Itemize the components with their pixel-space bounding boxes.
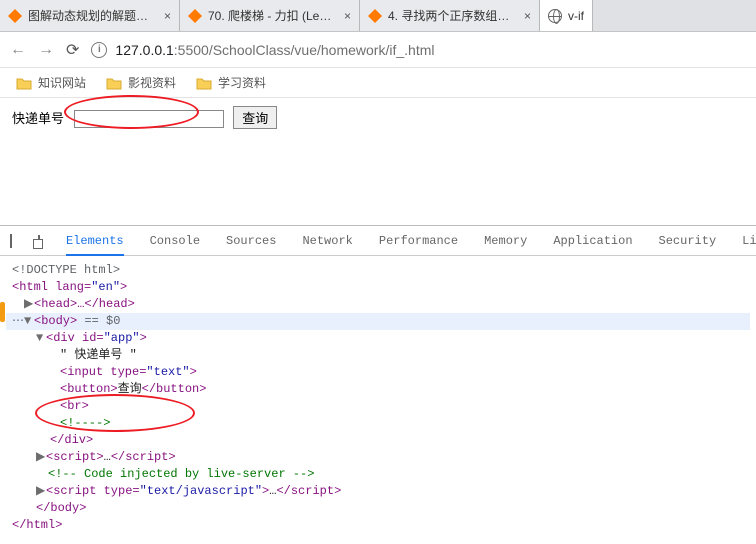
browser-tab[interactable]: 图解动态规划的解题四步骤 (C+ × [0, 0, 180, 31]
favicon-icon [368, 9, 382, 23]
browser-tab[interactable]: 70. 爬楼梯 - 力扣 (LeetCode) × [180, 0, 360, 31]
dom-line[interactable]: </html> [6, 517, 750, 534]
dom-line[interactable]: <button>查询</button> [6, 381, 750, 398]
bookmark-label: 学习资料 [218, 74, 266, 91]
favicon-icon [188, 9, 202, 23]
favicon-icon [8, 9, 22, 23]
dom-doctype: <!DOCTYPE html> [12, 263, 120, 277]
close-icon[interactable]: × [344, 9, 351, 23]
devtools-tab-console[interactable]: Console [150, 234, 200, 248]
close-icon[interactable]: × [524, 9, 531, 23]
dom-line[interactable]: ▶<script>…</script> [6, 449, 750, 466]
dom-tree[interactable]: <!DOCTYPE html> <html lang="en"> ▶<head>… [0, 256, 756, 544]
devtools-tab-performance[interactable]: Performance [379, 234, 458, 248]
bookmark-item[interactable]: 知识网站 [16, 74, 86, 91]
tab-title: 70. 爬楼梯 - 力扣 (LeetCode) [208, 7, 338, 24]
devtools-tab-application[interactable]: Application [553, 234, 632, 248]
devtools-panel: Elements Console Sources Network Perform… [0, 225, 756, 544]
dom-line[interactable]: <!-- Code injected by live-server --> [6, 466, 750, 483]
bookmark-item[interactable]: 影视资料 [106, 74, 176, 91]
back-button[interactable]: ← [10, 41, 26, 59]
dom-line-selected[interactable]: ⋯▼<body> == $0 [6, 313, 750, 330]
dom-line[interactable]: ▶<head>…</head> [6, 296, 750, 313]
express-input[interactable] [74, 110, 224, 128]
tab-title: v-if [568, 9, 584, 23]
dom-line[interactable]: <!----> [6, 415, 750, 432]
bookmark-item[interactable]: 学习资料 [196, 74, 266, 91]
folder-icon [16, 76, 32, 90]
dom-line[interactable]: <html lang="en"> [6, 279, 750, 296]
dom-line[interactable]: ▶<script type="text/javascript">…</scrip… [6, 483, 750, 500]
globe-icon [548, 9, 562, 23]
devtools-tab-memory[interactable]: Memory [484, 234, 527, 248]
devtools-tab-elements[interactable]: Elements [66, 234, 124, 248]
devtools-tab-security[interactable]: Security [659, 234, 717, 248]
url-path: :5500/SchoolClass/vue/homework/if_.html [174, 42, 435, 58]
dom-line[interactable]: <br> [6, 398, 750, 415]
tab-title: 图解动态规划的解题四步骤 (C+ [28, 7, 158, 24]
folder-icon [106, 76, 122, 90]
app-content: 快递单号 查询 [0, 98, 756, 137]
forward-button[interactable]: → [38, 41, 54, 59]
express-label: 快递单号 [12, 111, 64, 126]
gutter-marker [0, 302, 5, 322]
info-icon[interactable]: i [91, 42, 107, 58]
close-icon[interactable]: × [164, 9, 171, 23]
devtools-tabs: Elements Console Sources Network Perform… [0, 226, 756, 256]
devtools-tab-sources[interactable]: Sources [226, 234, 276, 248]
device-toolbar-icon[interactable] [38, 235, 40, 247]
url-host: 127.0.0.1 [115, 42, 173, 58]
bookmarks-bar: 知识网站 影视资料 学习资料 [0, 68, 756, 98]
browser-tab-active[interactable]: v-if [540, 0, 593, 31]
inspect-icon[interactable] [10, 234, 12, 248]
url-field[interactable]: i 127.0.0.1:5500/SchoolClass/vue/homewor… [91, 42, 434, 58]
browser-tabs-bar: 图解动态规划的解题四步骤 (C+ × 70. 爬楼梯 - 力扣 (LeetCod… [0, 0, 756, 32]
folder-icon [196, 76, 212, 90]
browser-tab[interactable]: 4. 寻找两个正序数组的中位数 - × [360, 0, 540, 31]
tab-title: 4. 寻找两个正序数组的中位数 - [388, 7, 518, 24]
bookmark-label: 知识网站 [38, 74, 86, 91]
reload-button[interactable]: ⟳ [66, 40, 79, 60]
query-button[interactable]: 查询 [233, 106, 277, 129]
dom-line[interactable]: </body> [6, 500, 750, 517]
address-bar: ← → ⟳ i 127.0.0.1:5500/SchoolClass/vue/h… [0, 32, 756, 68]
page-viewport: 快递单号 查询 [0, 98, 756, 225]
dom-line[interactable]: " 快递单号 " [6, 347, 750, 364]
devtools-tab-lighthouse[interactable]: Lighthouse [742, 234, 756, 248]
dom-line[interactable]: <input type="text"> [6, 364, 750, 381]
dom-line[interactable]: ▼<div id="app"> [6, 330, 750, 347]
bookmark-label: 影视资料 [128, 74, 176, 91]
devtools-tab-network[interactable]: Network [302, 234, 352, 248]
dom-line[interactable]: </div> [6, 432, 750, 449]
